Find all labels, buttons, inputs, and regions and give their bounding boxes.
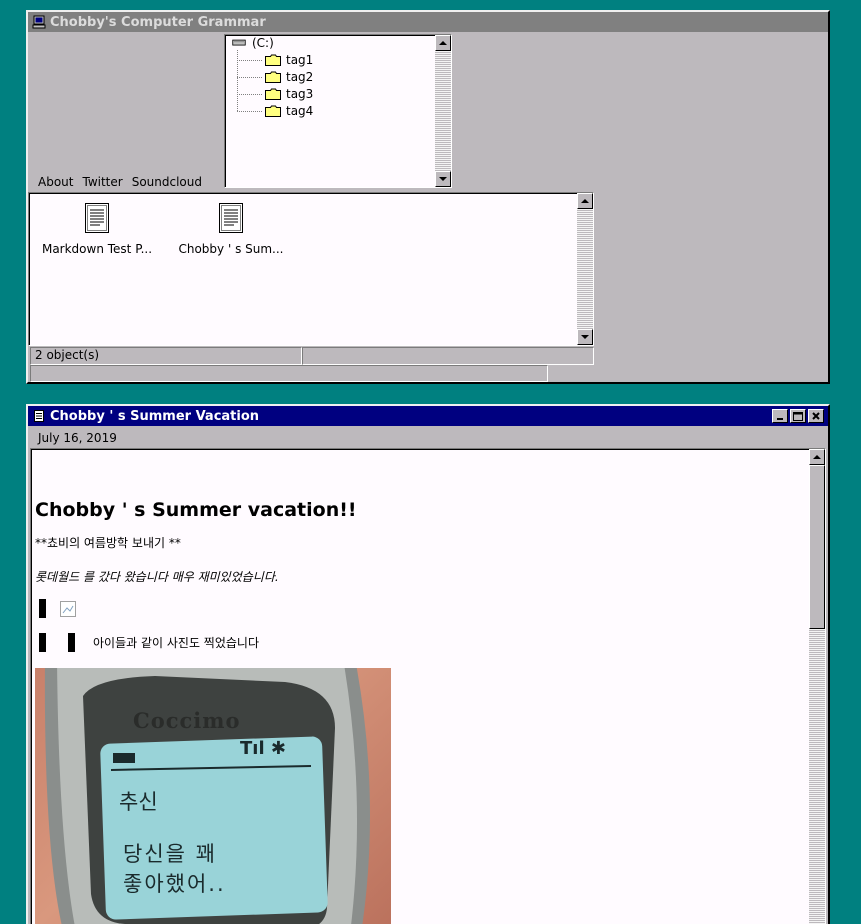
menu-about[interactable]: About <box>38 175 73 189</box>
minimize-button[interactable] <box>772 409 788 423</box>
phone-signal-icon: Tıl ✱ <box>240 738 286 759</box>
post-title-group: Chobby ' s Summer Vacation <box>32 409 259 424</box>
document-icon <box>85 203 109 233</box>
file-label: Markdown Test P... <box>41 242 153 256</box>
explorer-title: Chobby's Computer Grammar <box>50 14 266 30</box>
scroll-thumb[interactable] <box>809 465 825 629</box>
post-window: Chobby ' s Summer Vacation July 16, 2019… <box>26 404 830 924</box>
post-subtitle: **쵸비의 여름방학 보내기 ** <box>35 536 181 550</box>
tree-scrollbar[interactable] <box>435 35 451 187</box>
post-title: Chobby ' s Summer Vacation <box>50 408 260 424</box>
text-cursor-block <box>68 633 75 652</box>
phone-brand: Coccimo <box>133 708 241 733</box>
tree-item-tag2[interactable]: tag2 <box>265 70 313 84</box>
menu-soundcloud[interactable]: Soundcloud <box>132 175 202 189</box>
post-date: July 16, 2019 <box>38 431 117 445</box>
document-icon <box>219 203 243 233</box>
scroll-up-button[interactable] <box>809 449 825 465</box>
scroll-up-button[interactable] <box>435 35 451 51</box>
tree-root[interactable]: (C:) <box>231 36 274 50</box>
explorer-title-bar[interactable]: Chobby's Computer Grammar <box>28 12 828 32</box>
post-paragraph: 롯데월드 를 갔다 왔습니다 매우 재미있었습니다. <box>35 570 279 584</box>
post-heading: Chobby ' s Summer vacation!! <box>35 499 357 521</box>
tree-item-label: tag4 <box>286 104 314 118</box>
caption-row: 아이들과 같이 사진도 찍었습니다 <box>39 633 259 652</box>
status-object-count: 2 object(s) <box>30 347 302 365</box>
tree-item-tag4[interactable]: tag4 <box>265 104 313 118</box>
file-list-scrollbar[interactable] <box>577 193 593 345</box>
tree-item-tag3[interactable]: tag3 <box>265 87 313 101</box>
maximize-button[interactable] <box>790 409 806 423</box>
file-list[interactable]: Markdown Test P... Chobby ' s Sum... <box>28 192 594 346</box>
tree-item-label: tag1 <box>286 53 314 67</box>
maximize-icon <box>793 411 803 421</box>
post-content[interactable]: Chobby ' s Summer vacation!! **쵸비의 여름방학 … <box>30 448 826 924</box>
file-item-summer-vacation[interactable]: Chobby ' s Sum... <box>171 202 291 256</box>
post-title-bar[interactable]: Chobby ' s Summer Vacation <box>28 406 828 426</box>
arrow-up-icon <box>581 199 589 203</box>
arrow-up-icon <box>813 455 821 459</box>
status-bar-lower <box>30 365 548 382</box>
phone-screen-line2: 좋아했어.. <box>123 872 226 896</box>
notepad-icon <box>34 410 44 422</box>
close-icon <box>812 412 820 420</box>
file-item-markdown-test[interactable]: Markdown Test P... <box>37 202 157 256</box>
drive-icon <box>232 39 246 46</box>
tree-lines <box>237 50 263 112</box>
scroll-down-button[interactable] <box>577 329 593 345</box>
close-button[interactable] <box>808 409 824 423</box>
arrow-up-icon <box>439 41 447 45</box>
text-cursor-block <box>39 599 46 618</box>
text-cursor-block <box>39 633 46 652</box>
arrow-down-icon <box>439 177 447 181</box>
computer-icon <box>32 15 46 29</box>
file-label: Chobby ' s Sum... <box>178 242 284 256</box>
scroll-up-button[interactable] <box>577 193 593 209</box>
post-photo: Coccimo Tıl ✱ 추신 당신을 꽤 좋아했어.. <box>35 668 391 924</box>
menu-twitter[interactable]: Twitter <box>82 175 122 189</box>
scroll-down-button[interactable] <box>435 171 451 187</box>
tree-item-label: tag3 <box>286 87 314 101</box>
status-panel-empty <box>302 347 594 365</box>
broken-image-icon <box>60 600 76 617</box>
tree-item-label: tag2 <box>286 70 314 84</box>
phone-screen-line1: 당신을 꽤 <box>123 842 217 866</box>
explorer-window: Chobby's Computer Grammar (C:) tag1 tag2 <box>26 10 830 384</box>
post-scrollbar[interactable] <box>809 449 825 924</box>
folder-icon <box>265 54 281 66</box>
tree-item-tag1[interactable]: tag1 <box>265 53 313 67</box>
folder-icon <box>265 88 281 100</box>
phone-screen-header: 추신 <box>119 790 158 814</box>
folder-icon <box>265 71 281 83</box>
minimize-icon <box>777 418 783 420</box>
post-caption: 아이들과 같이 사진도 찍었습니다 <box>93 636 260 650</box>
folder-icon <box>265 105 281 117</box>
window-controls <box>770 409 824 423</box>
broken-image-row <box>39 599 76 618</box>
tree-root-label: (C:) <box>252 36 274 50</box>
nav-menu: About Twitter Soundcloud <box>38 175 211 189</box>
folder-tree[interactable]: (C:) tag1 tag2 tag3 tag4 <box>224 34 452 188</box>
arrow-down-icon <box>581 335 589 339</box>
